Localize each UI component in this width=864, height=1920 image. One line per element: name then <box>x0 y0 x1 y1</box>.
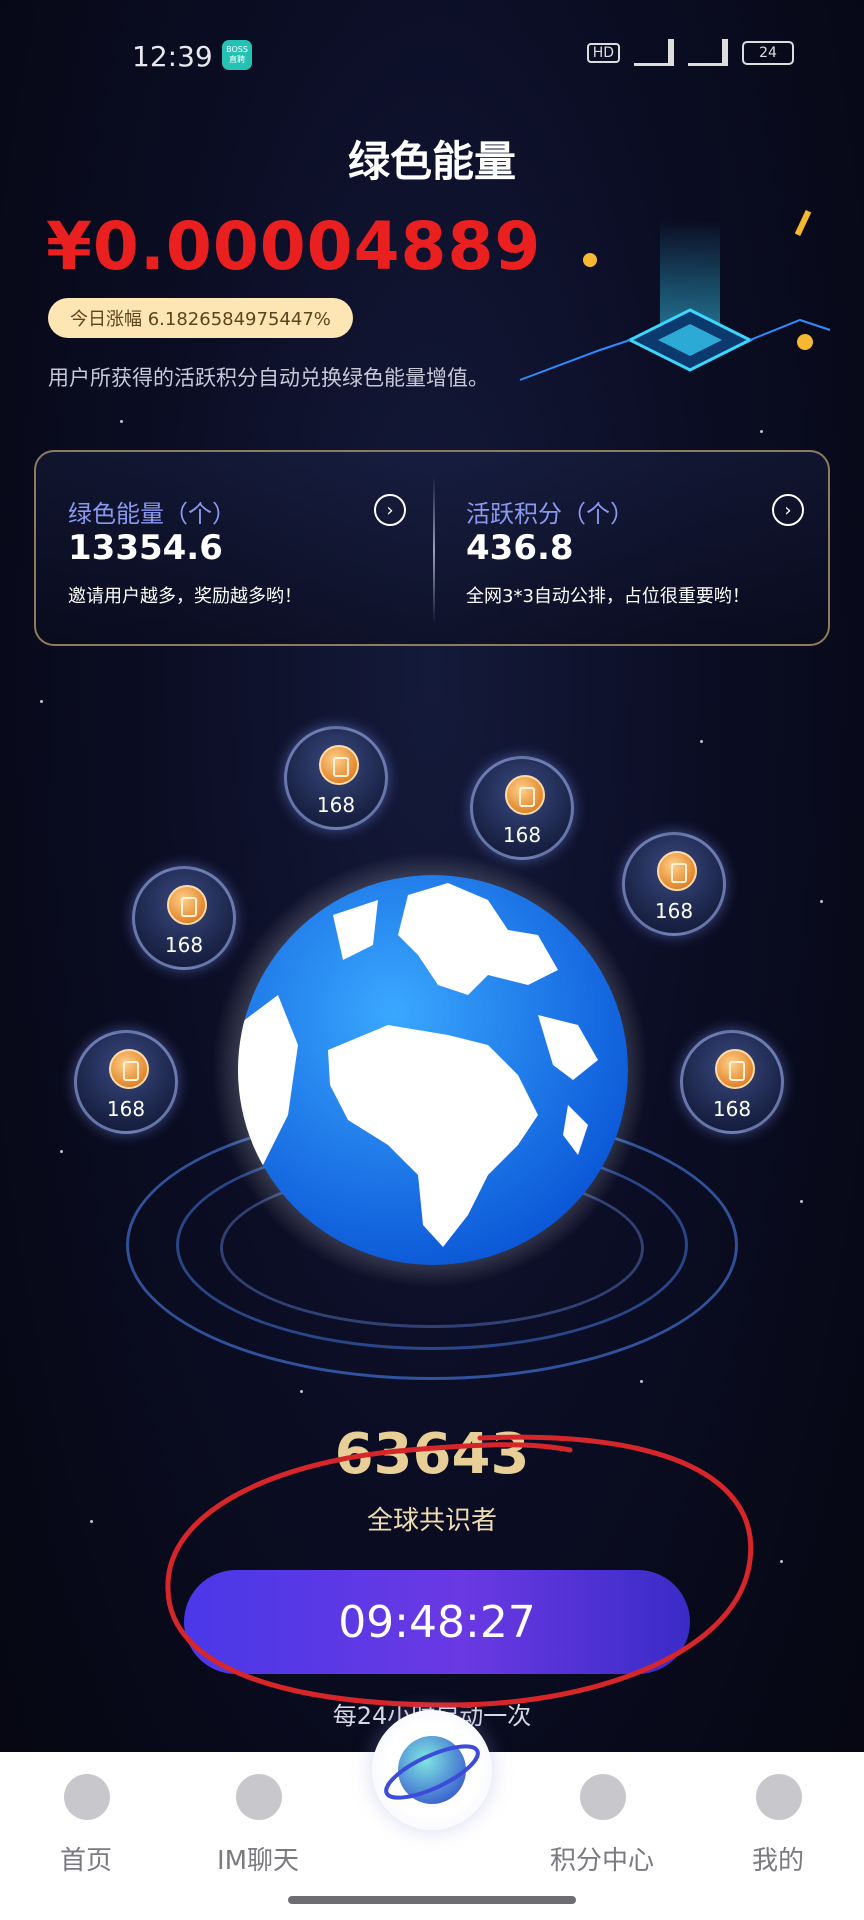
bubble-value: 168 <box>502 823 542 847</box>
nav-label: 首页 <box>59 1846 112 1876</box>
coin-bubble[interactable]: 168 <box>622 832 726 936</box>
globe-icon <box>238 875 628 1265</box>
stats-card: 绿色能量（个） 13354.6 邀请用户越多，奖励越多哟！ › 活跃积分（个） … <box>34 450 830 646</box>
profile-icon <box>756 1774 802 1820</box>
nav-chat[interactable]: IM聊天 <box>188 1752 328 1920</box>
battery-icon: 24 <box>742 41 794 65</box>
coin-bubble[interactable]: 168 <box>284 726 388 830</box>
daily-change-badge: 今日涨幅 6.1826584975447% <box>48 298 353 338</box>
boss-app-icon: BOSS 直聘 <box>222 40 252 70</box>
nav-label: IM聊天 <box>216 1846 300 1876</box>
coin-icon <box>319 745 359 785</box>
bubble-value: 168 <box>164 933 204 957</box>
chat-icon <box>236 1774 282 1820</box>
green-energy-note: 邀请用户越多，奖励越多哟！ <box>68 586 302 607</box>
nav-profile[interactable]: 我的 <box>708 1752 848 1920</box>
status-time: 12:39 <box>132 40 213 73</box>
bubble-value: 168 <box>712 1097 752 1121</box>
chip-decoration-icon <box>519 209 831 381</box>
status-bar: 12:39 BOSS 直聘 HD 24 <box>0 0 864 110</box>
nav-label: 积分中心 <box>549 1846 654 1876</box>
planet-icon <box>64 1774 110 1820</box>
home-indicator[interactable] <box>288 1896 576 1904</box>
points-icon <box>580 1774 626 1820</box>
description-text: 用户所获得的活跃积分自动兑换绿色能量增值。 <box>48 366 489 390</box>
red-annotation-circle <box>165 1434 754 1708</box>
active-points-panel[interactable]: 活跃积分（个） 436.8 全网3*3自动公排，占位很重要哟！ › <box>434 452 832 648</box>
coin-icon <box>167 885 207 925</box>
bubble-value: 168 <box>654 899 694 923</box>
active-points-value: 436.8 <box>466 528 574 568</box>
boss-icon-label-top: BOSS <box>226 45 248 54</box>
nav-points-center[interactable]: 积分中心 <box>532 1752 672 1920</box>
green-energy-value: 13354.6 <box>68 528 223 568</box>
globe-center-icon <box>384 1736 480 1804</box>
green-energy-label: 绿色能量（个） <box>68 500 236 528</box>
nav-label: 我的 <box>751 1846 804 1876</box>
coin-icon <box>715 1049 755 1089</box>
coin-icon <box>505 775 545 815</box>
coin-bubble[interactable]: 168 <box>470 756 574 860</box>
coin-icon <box>109 1049 149 1089</box>
coin-bubble[interactable]: 168 <box>132 866 236 970</box>
coin-bubble[interactable]: 168 <box>680 1030 784 1134</box>
page-title: 绿色能量 <box>347 137 516 186</box>
status-indicators: HD 24 <box>586 39 794 66</box>
boss-icon-label-bottom: 直聘 <box>229 55 245 64</box>
active-points-label: 活跃积分（个） <box>466 500 634 528</box>
signal-icon <box>634 39 674 66</box>
chevron-right-icon[interactable]: › <box>374 494 406 526</box>
green-energy-panel[interactable]: 绿色能量（个） 13354.6 邀请用户越多，奖励越多哟！ › <box>36 452 434 648</box>
coin-bubble[interactable]: 168 <box>74 1030 178 1134</box>
bubble-value: 168 <box>316 793 356 817</box>
chevron-right-icon[interactable]: › <box>772 494 804 526</box>
nav-center-globe[interactable] <box>372 1710 492 1830</box>
coin-icon <box>657 851 697 891</box>
nav-home[interactable]: 首页 <box>16 1752 156 1920</box>
hd-badge: HD <box>586 43 620 63</box>
signal-icon-2 <box>688 39 728 66</box>
active-points-note: 全网3*3自动公排，占位很重要哟！ <box>466 586 750 607</box>
bubble-value: 168 <box>106 1097 146 1121</box>
price-value: ¥0.00004889 <box>46 208 542 285</box>
